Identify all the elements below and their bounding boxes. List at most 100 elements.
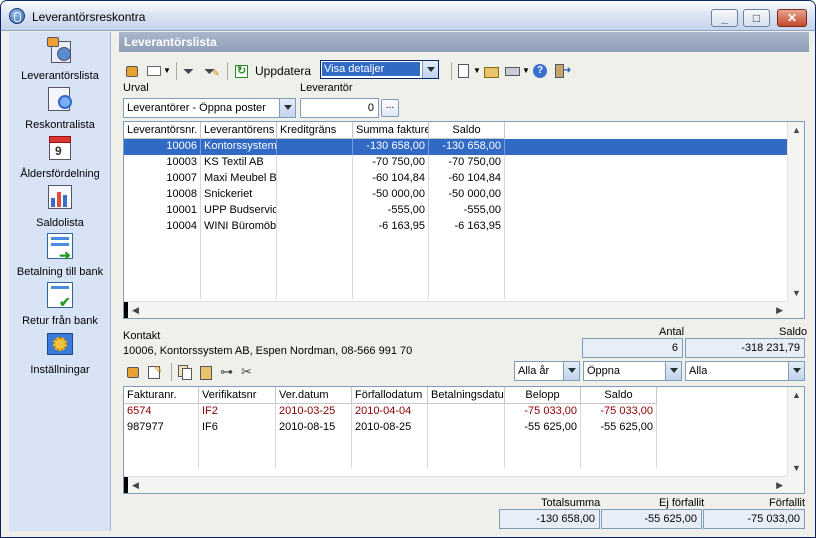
split-icon[interactable]: ⊶ xyxy=(218,363,236,381)
column-header[interactable]: Leverantörens n xyxy=(201,122,277,139)
table-row[interactable]: 6574 IF2 2010-03-25 2010-04-04 -75 033,00 -75… xyxy=(124,404,787,420)
table-cell: -70 750,00 xyxy=(429,155,505,171)
table-cell: -70 750,00 xyxy=(353,155,429,171)
table-cell: KS Textil AB xyxy=(201,155,277,171)
table-cell: IF6 xyxy=(199,420,276,436)
chevron-down-icon xyxy=(665,362,681,380)
table-cell xyxy=(277,187,353,203)
sidebar-item-leverantorslista[interactable]: Leverantörslista xyxy=(9,35,111,82)
table-cell xyxy=(277,219,353,235)
sidebar-item-label: Leverantörslista xyxy=(21,70,99,82)
saldo-label: Saldo xyxy=(779,326,808,338)
table-cell: 2010-08-25 xyxy=(352,420,428,436)
table-cell: -60 104,84 xyxy=(353,171,429,187)
total-label: Totalsumma xyxy=(541,497,601,509)
sidebar-item-retur-fran-bank[interactable]: ✔ Retur från bank xyxy=(9,280,111,327)
table-cell: 10004 xyxy=(124,219,201,235)
chevron-down-icon xyxy=(563,362,579,380)
status-filter-select[interactable]: Öppna xyxy=(583,361,682,381)
link-icon[interactable]: ✂ xyxy=(239,363,257,381)
sidebar-item-betalning-till-bank[interactable]: ➜ Betalning till bank xyxy=(9,231,111,278)
sidebar-item-reskontralista[interactable]: Reskontralista xyxy=(9,84,111,131)
table-cell: 10008 xyxy=(124,187,201,203)
table-cell: -60 104,84 xyxy=(429,171,505,187)
open-folder-icon[interactable] xyxy=(483,62,501,80)
overdue-field: -75 033,00 xyxy=(703,509,805,529)
contact-label: Kontakt xyxy=(123,330,161,342)
sidebar-item-installningar[interactable]: Inställningar xyxy=(9,329,111,376)
chevron-down-icon xyxy=(788,362,804,380)
urval-select[interactable]: Leverantörer - Öppna poster xyxy=(123,98,296,118)
table-cell xyxy=(277,139,353,155)
filter-edit-icon[interactable]: ⏷ ✎ xyxy=(202,62,220,80)
table-cell: -130 658,00 xyxy=(429,139,505,155)
type-filter-select[interactable]: Alla xyxy=(685,361,805,381)
column-header[interactable]: Fakturanr. xyxy=(124,387,199,404)
supplier-add-icon[interactable] xyxy=(124,62,142,80)
table-cell: 2010-03-25 xyxy=(276,404,352,420)
table-row[interactable]: 10001 UPP Budservic -555,00 -555,00 xyxy=(124,203,787,219)
table-cell: -55 625,00 xyxy=(505,420,581,436)
column-header[interactable]: Förfallodatum xyxy=(352,387,428,404)
horizontal-scrollbar[interactable]: ◀ ▶ xyxy=(124,476,787,493)
table-cell: -50 000,00 xyxy=(429,187,505,203)
horizontal-scrollbar[interactable]: ◀ ▶ xyxy=(124,301,787,318)
table-cell: 10003 xyxy=(124,155,201,171)
close-button[interactable]: ✕ xyxy=(777,9,807,27)
table-row[interactable]: 10008 Snickeriet -50 000,00 -50 000,00 xyxy=(124,187,787,203)
vertical-scrollbar[interactable]: ▲ ▼ xyxy=(787,122,804,301)
invoice-toolbar: ✎ ⊶ ✂ xyxy=(125,362,260,382)
column-header[interactable]: Saldo xyxy=(581,387,657,404)
help-icon[interactable]: ? xyxy=(531,62,549,80)
column-header[interactable]: Verifikatsnr xyxy=(199,387,276,404)
count-label: Antal xyxy=(659,326,685,338)
minimize-button[interactable]: _ xyxy=(711,9,738,27)
sidebar-item-label: Inställningar xyxy=(30,364,90,376)
new-document-icon[interactable]: ▼ xyxy=(456,62,481,80)
print-icon[interactable]: ▼ xyxy=(504,62,530,80)
paste-icon[interactable] xyxy=(197,363,215,381)
supplier-input[interactable]: 0 xyxy=(300,98,379,118)
refresh-icon[interactable]: ↻ xyxy=(232,62,250,80)
table-cell: IF2 xyxy=(199,404,276,420)
invoice-edit-icon[interactable]: ✎ xyxy=(146,363,164,381)
filter-icon[interactable]: ⏷ xyxy=(181,62,199,80)
table-row[interactable]: 10006Kontorssystem A -130 658,00-130 658,… xyxy=(124,139,787,155)
sidebar-item-aldersfordelning[interactable]: 9 Åldersfördelning xyxy=(9,133,111,180)
column-header[interactable]: Saldo xyxy=(429,122,505,139)
vertical-scrollbar[interactable]: ▲ ▼ xyxy=(787,387,804,476)
table-cell: 6574 xyxy=(124,404,199,420)
column-header[interactable]: Betalningsdatum xyxy=(428,387,505,404)
invoice-add-icon[interactable] xyxy=(125,363,143,381)
table-cell: 10006 xyxy=(124,139,201,155)
table-cell: 987977 xyxy=(124,420,199,436)
table-row[interactable]: 10003 KS Textil AB -70 750,00 -70 750,00 xyxy=(124,155,787,171)
title-bar[interactable]: Leverantörsreskontra _ □ ✕ xyxy=(1,1,815,31)
exit-door-icon[interactable]: ➜ xyxy=(552,62,571,80)
year-filter-select[interactable]: Alla år xyxy=(514,361,580,381)
column-header[interactable]: Ver.datum xyxy=(276,387,352,404)
saldo-field: -318 231,79 xyxy=(685,338,805,358)
sidebar-item-saldolista[interactable]: Saldolista xyxy=(9,182,111,229)
table-cell: UPP Budservic xyxy=(201,203,277,219)
balance-chart-icon xyxy=(45,182,75,212)
column-header[interactable]: Kreditgräns xyxy=(277,122,353,139)
view-select[interactable]: Visa detaljer xyxy=(320,60,439,79)
bank-payment-icon: ➜ xyxy=(45,231,75,263)
table-row[interactable]: 10004 WINI Büromöbe -6 163,95 -6 163,95 xyxy=(124,219,787,235)
supplier-table: Leverantörsnr. Leverantörens n Kreditgrä… xyxy=(123,121,805,319)
column-header[interactable]: Belopp xyxy=(505,387,581,404)
copy-icon[interactable] xyxy=(176,363,194,381)
supplier-browse-button[interactable]: ... xyxy=(381,99,399,117)
column-header[interactable]: Summa fakturera xyxy=(353,122,429,139)
column-header[interactable]: Leverantörsnr. xyxy=(124,122,201,139)
sidebar-item-label: Retur från bank xyxy=(22,315,98,327)
maximize-button[interactable]: □ xyxy=(743,9,770,27)
toolbar-right: ▼ ▼ ? ➜ xyxy=(447,61,573,81)
card-view-icon[interactable]: ▼ xyxy=(145,62,171,80)
table-row[interactable]: 10007 Maxi Meubel BV -60 104,84 -60 104,84 xyxy=(124,171,787,187)
calendar-icon: 9 xyxy=(45,133,75,163)
table-row[interactable]: 987977 IF6 2010-08-15 2010-08-25 -55 625,00-… xyxy=(124,420,787,436)
table-cell xyxy=(428,420,505,436)
refresh-label[interactable]: Uppdatera xyxy=(255,64,311,78)
